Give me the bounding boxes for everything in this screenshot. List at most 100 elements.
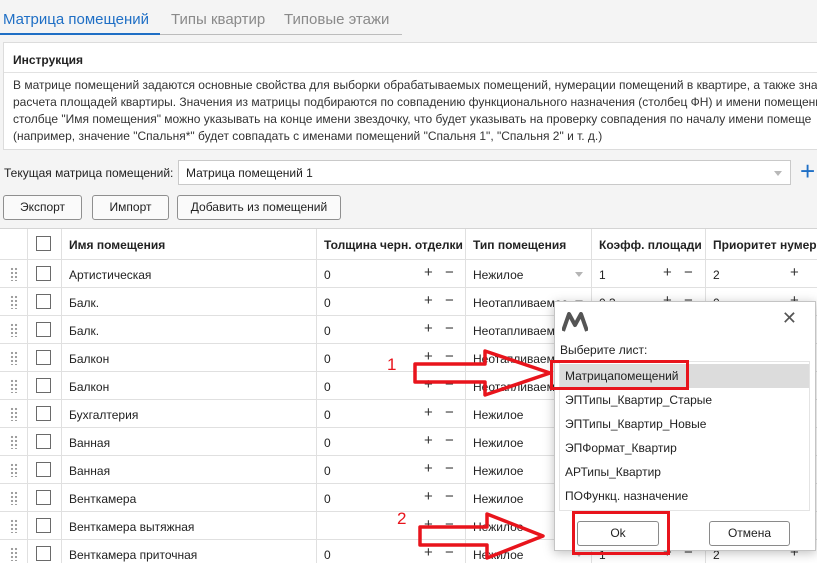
- room-name-cell[interactable]: Балкон: [62, 344, 317, 371]
- room-name-cell[interactable]: Венткамера: [62, 484, 317, 511]
- drag-handle-icon[interactable]: [10, 379, 18, 393]
- header-area-coef[interactable]: Коэфф. площади: [592, 229, 706, 259]
- drag-handle-icon[interactable]: [10, 547, 18, 561]
- room-type-value: Нежилое: [473, 268, 524, 282]
- row-checkbox[interactable]: [36, 378, 51, 393]
- thickness-cell[interactable]: 0 + −: [317, 288, 466, 315]
- drag-cell: [0, 288, 28, 315]
- plus-icon[interactable]: +: [424, 264, 433, 281]
- checkbox-cell: [28, 400, 62, 427]
- tab-apartment-types[interactable]: Типы квартир: [171, 11, 265, 28]
- row-checkbox[interactable]: [36, 350, 51, 365]
- plus-icon[interactable]: +: [424, 488, 433, 505]
- checkbox-cell: [28, 540, 62, 563]
- thickness-value: 0: [324, 548, 331, 562]
- plus-icon[interactable]: +: [424, 292, 433, 309]
- row-checkbox[interactable]: [36, 462, 51, 477]
- minus-icon[interactable]: −: [445, 432, 454, 449]
- room-type-cell[interactable]: Нежилое: [466, 260, 592, 287]
- room-name: Балк.: [69, 296, 100, 310]
- checkbox-cell: [28, 260, 62, 287]
- thickness-cell[interactable]: 0 + −: [317, 316, 466, 343]
- add-matrix-plus-icon[interactable]: +: [800, 158, 815, 184]
- instruction-panel: Инструкция В матрице помещений задаются …: [3, 42, 817, 150]
- current-matrix-select[interactable]: Матрица помещений 1: [178, 160, 791, 185]
- row-checkbox[interactable]: [36, 406, 51, 421]
- drag-handle-icon[interactable]: [10, 519, 18, 533]
- current-matrix-value: Матрица помещений 1: [186, 166, 313, 180]
- priority-value: 2: [713, 268, 720, 282]
- row-checkbox[interactable]: [36, 434, 51, 449]
- row-checkbox[interactable]: [36, 490, 51, 505]
- priority-cell[interactable]: 2 +: [706, 260, 817, 287]
- active-tab-indicator: [0, 33, 160, 35]
- sheet-list-item[interactable]: ПОФункц. назначение: [560, 484, 809, 508]
- thickness-cell[interactable]: 0 + −: [317, 428, 466, 455]
- sheet-list-item[interactable]: ЭПТипы_Квартир_Старые: [560, 388, 809, 412]
- row-checkbox[interactable]: [36, 546, 51, 561]
- header-priority[interactable]: Приоритет нумера: [706, 229, 817, 259]
- row-checkbox[interactable]: [36, 518, 51, 533]
- row-checkbox[interactable]: [36, 322, 51, 337]
- drag-handle-icon[interactable]: [10, 435, 18, 449]
- row-checkbox[interactable]: [36, 294, 51, 309]
- cancel-button[interactable]: Отмена: [709, 521, 790, 546]
- plus-icon[interactable]: +: [663, 264, 672, 281]
- close-icon[interactable]: ✕: [782, 308, 797, 329]
- drag-handle-icon[interactable]: [10, 351, 18, 365]
- import-button[interactable]: Импорт: [92, 195, 169, 220]
- drag-cell: [0, 456, 28, 483]
- room-name-cell[interactable]: Ванная: [62, 428, 317, 455]
- minus-icon[interactable]: −: [445, 488, 454, 505]
- thickness-cell[interactable]: 0 + −: [317, 260, 466, 287]
- plus-icon[interactable]: +: [424, 432, 433, 449]
- room-name-cell[interactable]: Венткамера приточная: [62, 540, 317, 563]
- room-type-value: Нежилое: [473, 464, 524, 478]
- thickness-value: 0: [324, 464, 331, 478]
- room-name-cell[interactable]: Артистическая: [62, 260, 317, 287]
- header-room-name[interactable]: Имя помещения: [62, 229, 317, 259]
- divider: [4, 72, 817, 73]
- room-name-cell[interactable]: Венткамера вытяжная: [62, 512, 317, 539]
- drag-handle-icon[interactable]: [10, 407, 18, 421]
- drag-handle-icon[interactable]: [10, 491, 18, 505]
- plus-icon[interactable]: +: [790, 264, 799, 281]
- room-name-cell[interactable]: Ванная: [62, 456, 317, 483]
- minus-icon[interactable]: −: [445, 264, 454, 281]
- minus-icon[interactable]: −: [445, 292, 454, 309]
- tab-room-matrix[interactable]: Матрица помещений: [3, 11, 149, 28]
- minus-icon[interactable]: −: [445, 460, 454, 477]
- minus-icon[interactable]: −: [445, 404, 454, 421]
- header-room-type[interactable]: Тип помещения: [466, 229, 592, 259]
- room-name-cell[interactable]: Балк.: [62, 288, 317, 315]
- sheet-list-item[interactable]: АРТипы_Квартир: [560, 460, 809, 484]
- plus-icon[interactable]: +: [424, 320, 433, 337]
- room-name-cell[interactable]: Балкон: [62, 372, 317, 399]
- room-type-value: Нежилое: [473, 436, 524, 450]
- room-type-value: Нежилое: [473, 492, 524, 506]
- room-name-cell[interactable]: Балк.: [62, 316, 317, 343]
- sheet-list-item[interactable]: ЭПФормат_Квартир: [560, 436, 809, 460]
- table-row[interactable]: Артистическая 0 + − Нежилое 1 + −2 +: [0, 260, 817, 288]
- plus-icon[interactable]: +: [424, 460, 433, 477]
- drag-handle-icon[interactable]: [10, 267, 18, 281]
- drag-handle-icon[interactable]: [10, 463, 18, 477]
- row-checkbox[interactable]: [36, 266, 51, 281]
- checkbox-cell: [28, 344, 62, 371]
- export-button[interactable]: Экспорт: [3, 195, 82, 220]
- plus-icon[interactable]: +: [424, 404, 433, 421]
- tab-typical-floors[interactable]: Типовые этажи: [284, 11, 389, 28]
- minus-icon[interactable]: −: [684, 264, 693, 281]
- minus-icon[interactable]: −: [445, 320, 454, 337]
- area-coef-cell[interactable]: 1 + −: [592, 260, 706, 287]
- room-name-cell[interactable]: Бухгалтерия: [62, 400, 317, 427]
- header-thickness[interactable]: Толщина черн. отделки: [317, 229, 466, 259]
- sheet-list-item[interactable]: ЭПТипы_Квартир_Новые: [560, 412, 809, 436]
- drag-handle-icon[interactable]: [10, 295, 18, 309]
- drag-handle-icon[interactable]: [10, 323, 18, 337]
- thickness-cell[interactable]: 0 + −: [317, 484, 466, 511]
- add-from-rooms-button[interactable]: Добавить из помещений: [177, 195, 341, 220]
- thickness-cell[interactable]: 0 + −: [317, 400, 466, 427]
- select-all-checkbox[interactable]: [36, 236, 51, 251]
- thickness-cell[interactable]: 0 + −: [317, 456, 466, 483]
